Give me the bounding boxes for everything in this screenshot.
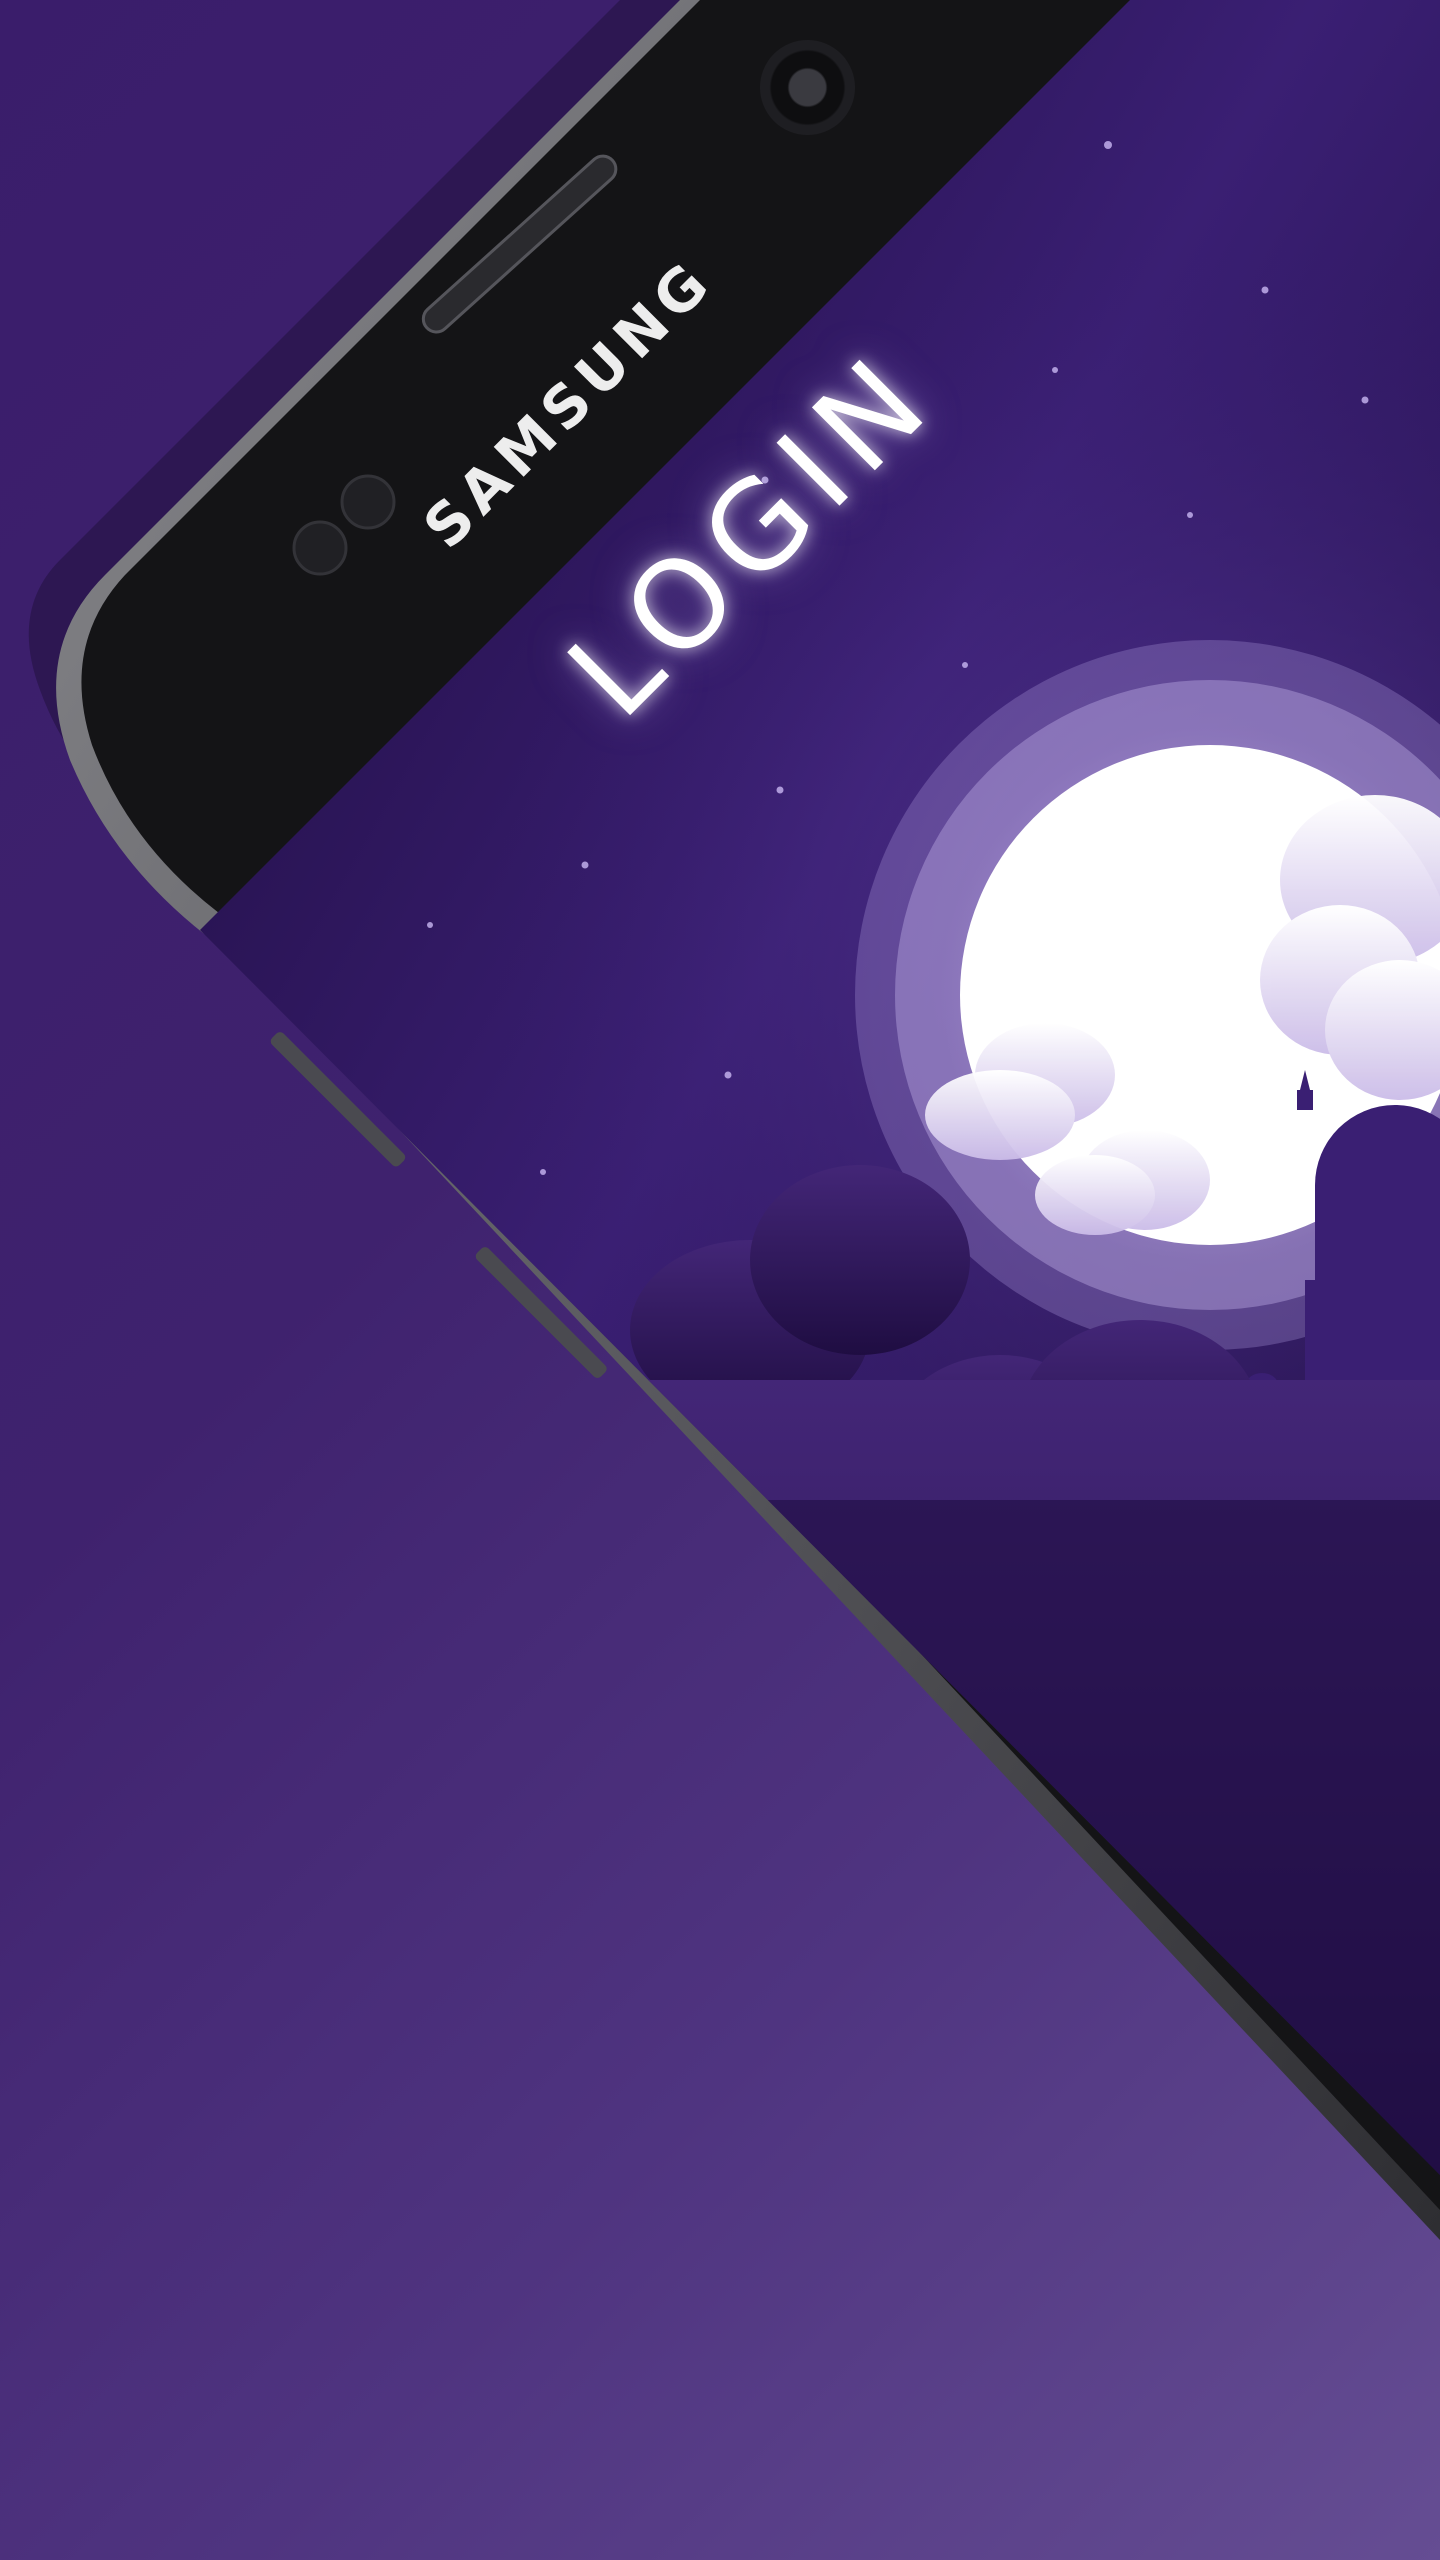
device-mockup	[28, 0, 1440, 2240]
front-camera	[760, 40, 855, 135]
